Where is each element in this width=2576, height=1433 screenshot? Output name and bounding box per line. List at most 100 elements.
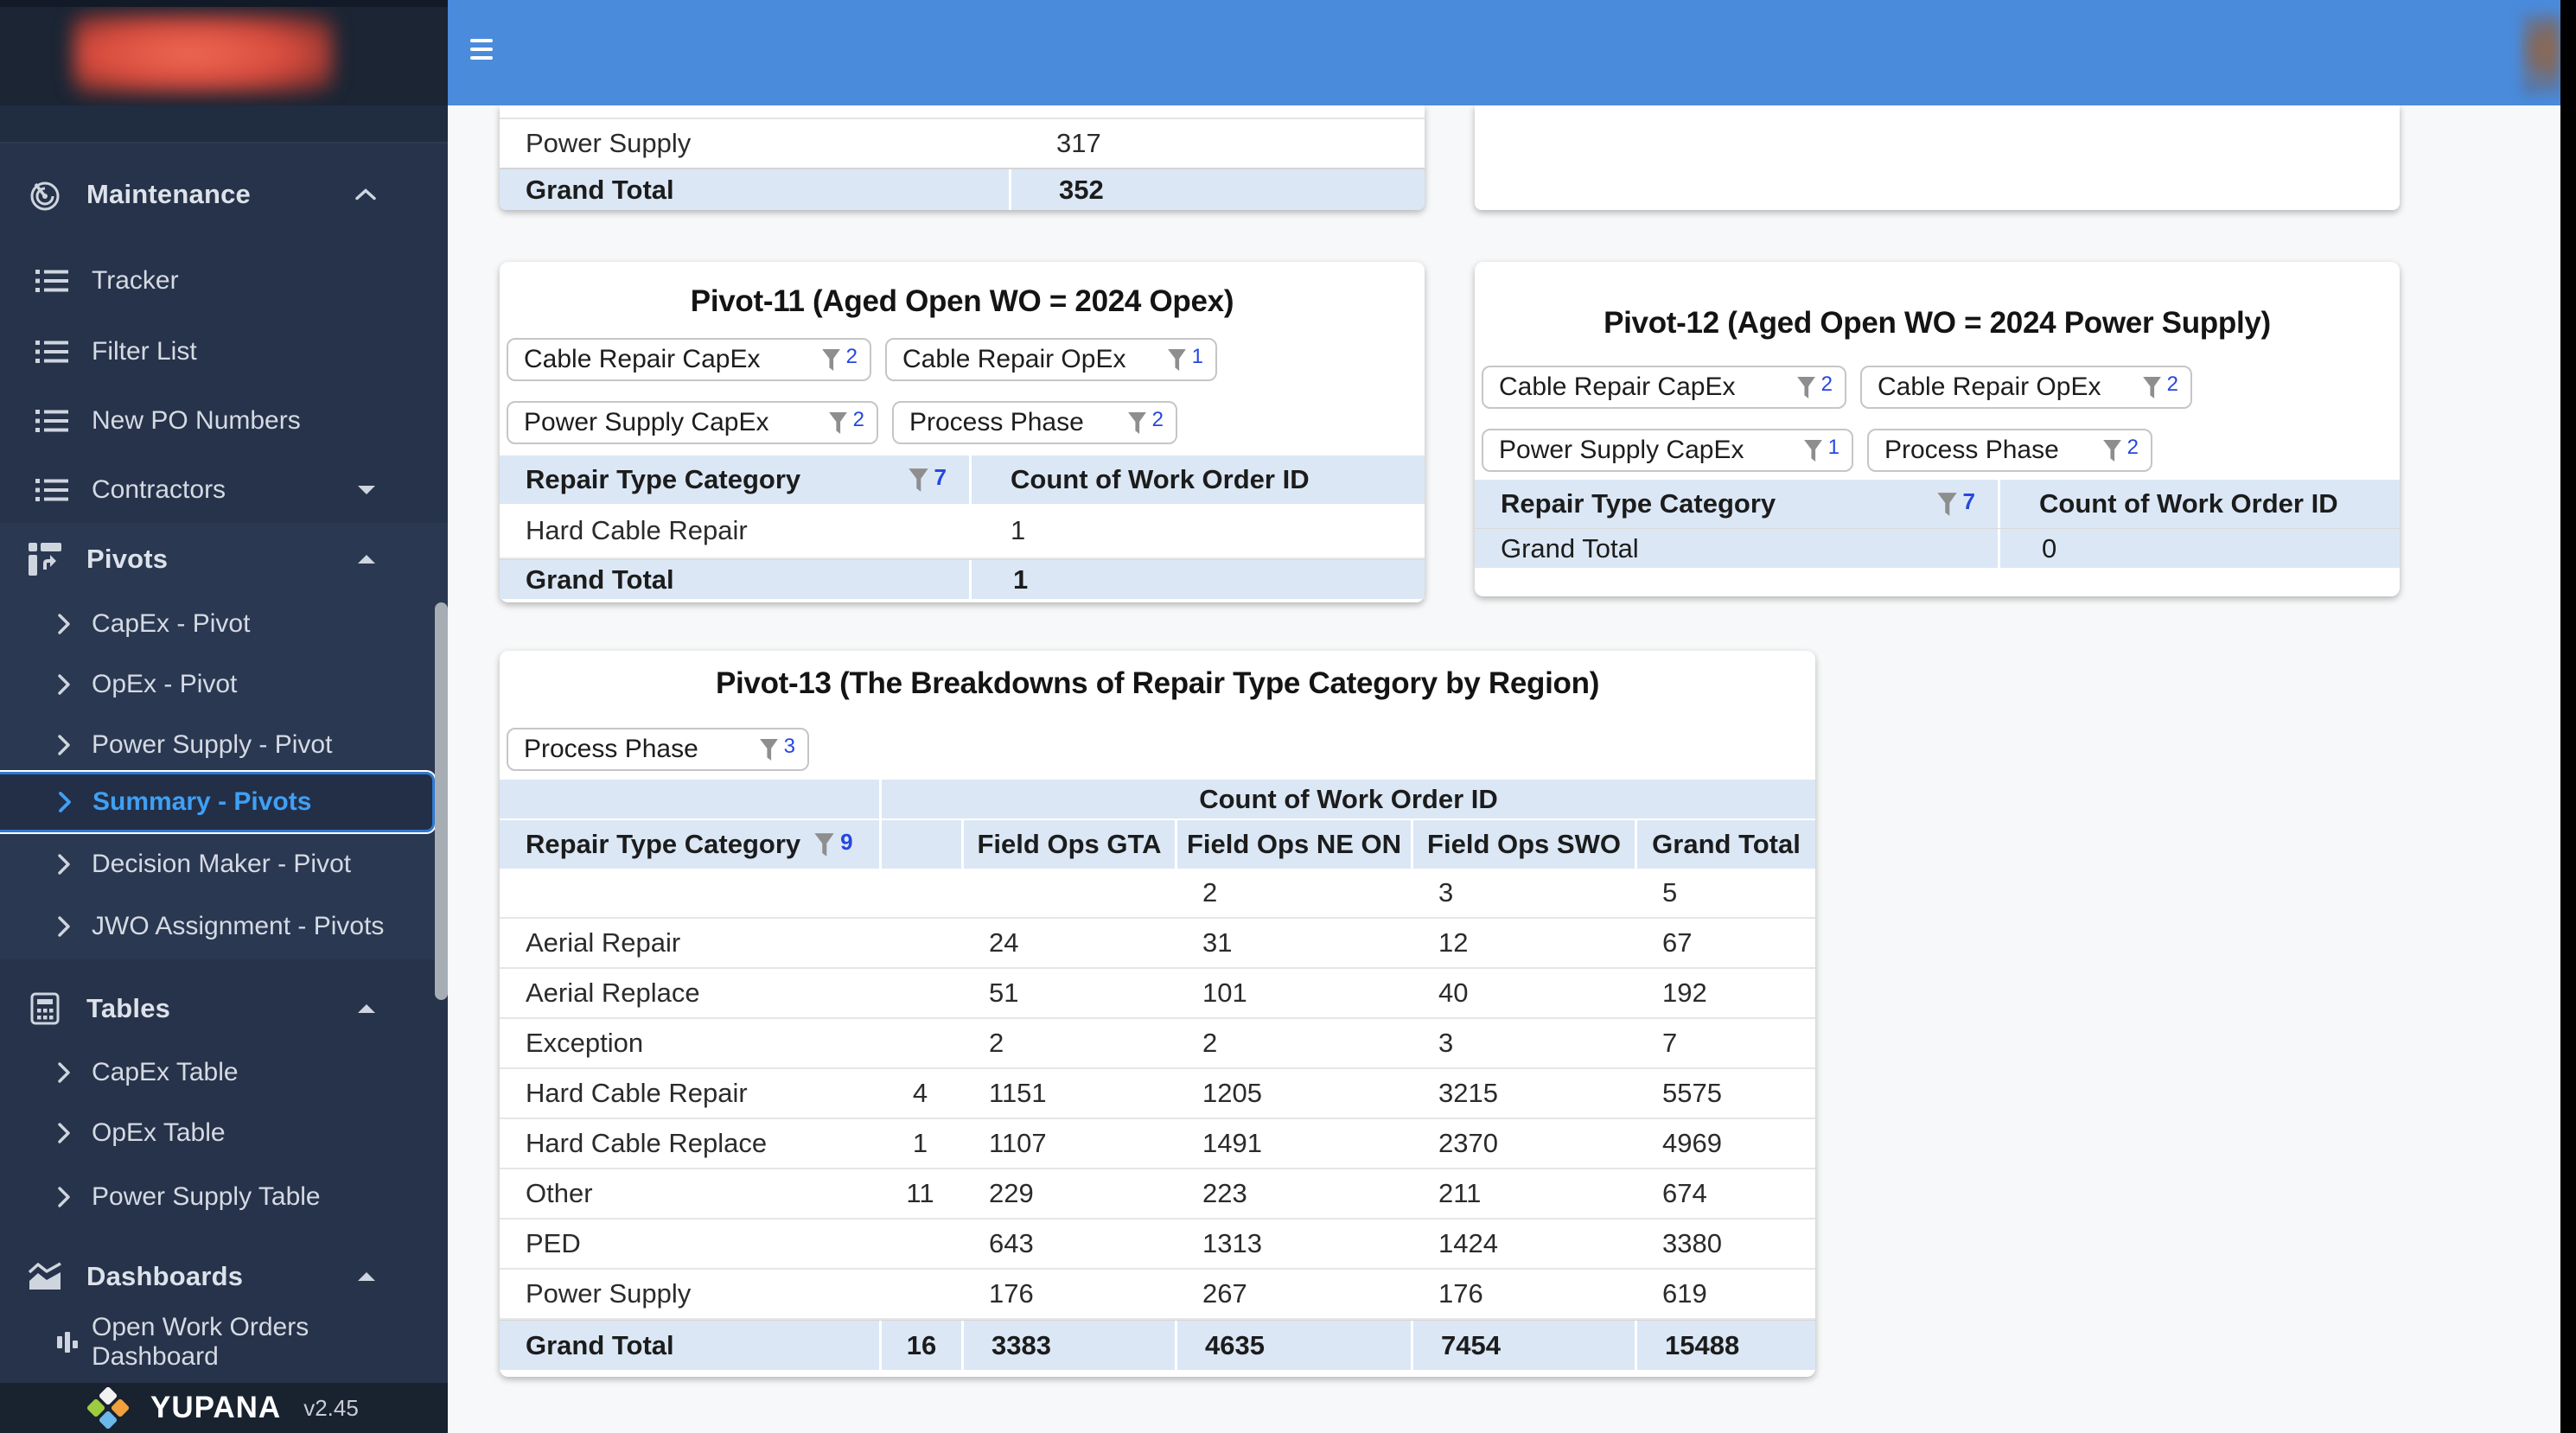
sidebar-group-label: Tables [86,993,171,1023]
filter-chip-cable-repair-capex[interactable]: Cable Repair CapEx 2 [507,338,871,381]
row-header-label: Repair Type Category [526,829,801,859]
sidebar-group-tables[interactable]: Tables [0,978,435,1039]
column-header: Grand Total [1635,820,1815,869]
filter-chip-label: Cable Repair CapEx [1499,373,1736,401]
column-header: Field Ops SWO [1411,820,1635,869]
sidebar-top-strip [0,0,448,7]
sidebar-scrollbar-thumb[interactable] [435,602,448,1000]
app-bar [448,0,2576,105]
pivot12-title: Pivot-12 (Aged Open WO = 2024 Power Supp… [1604,306,2271,340]
triangle-up-icon[interactable] [357,1003,376,1014]
chevron-right-icon [57,614,71,634]
chevron-right-icon [57,854,71,875]
sidebar-group-maintenance[interactable]: Maintenance [0,164,435,225]
table-row: Aerial Replace 51 101 40 192 [500,969,1815,1019]
chevron-right-icon [57,674,71,695]
pivot12-filter-row-1: Cable Repair CapEx 2 Cable Repair OpEx 2 [1482,366,2192,409]
sidebar-item-label: Summary - Pivots [92,787,312,816]
filter-chip-cable-repair-opex[interactable]: Cable Repair OpEx 2 [1860,366,2192,409]
funnel-icon [1936,492,1957,516]
top-right-empty-card [1475,105,2400,210]
table-row: Hard Cable Repair 4 1151 1205 3215 5575 [500,1069,1815,1119]
filter-chip-power-supply-capex[interactable]: Power Supply CapEx 2 [507,401,878,444]
triangle-down-icon[interactable] [357,485,376,495]
track-changes-icon [22,177,67,212]
filter-count-badge: 1 [1827,435,1840,459]
value-header-cell: Count of Work Order ID [879,780,1815,818]
sidebar-item-opex-table[interactable]: OpEx Table [0,1103,435,1163]
sidebar-item-power-supply-table[interactable]: Power Supply Table [0,1167,435,1227]
list-icon [29,269,74,293]
header-filter-button[interactable]: 7 [1935,488,1975,517]
table-row: Exception 2 2 3 7 [500,1019,1815,1069]
sidebar-item-summary-pivots-active[interactable]: Summary - Pivots [0,772,435,832]
chevron-right-icon [57,1123,71,1143]
sidebar-item-label: OpEx - Pivot [92,670,238,698]
hamburger-menu-icon[interactable] [470,39,493,60]
sidebar-item-open-work-orders-dashboard[interactable]: Open Work Orders Dashboard [0,1312,435,1372]
funnel-icon [2102,439,2121,462]
sidebar-group-dashboards[interactable]: Dashboards [0,1246,435,1307]
header-filter-button[interactable]: 9 [813,828,853,857]
filter-chip-cable-repair-opex[interactable]: Cable Repair OpEx 1 [885,338,1217,381]
chevron-right-icon [57,916,71,937]
sidebar-item-new-po-numbers[interactable]: New PO Numbers [0,391,435,451]
value-header-cell: Count of Work Order ID [1998,480,2400,528]
sidebar-group-label: Dashboards [86,1261,244,1291]
bar-chart-icon [45,1331,90,1353]
column-header: Field Ops GTA [961,820,1175,869]
list-icon [29,340,74,364]
sidebar-item-decision-maker-pivot[interactable]: Decision Maker - Pivot [0,834,435,895]
sidebar-item-tracker[interactable]: Tracker [0,251,435,311]
table-row: Power Supply 317 [500,119,1425,168]
filter-chip-label: Cable Repair OpEx [1878,373,2101,401]
pivot13-card: Pivot-13 (The Breakdowns of Repair Type … [500,651,1815,1377]
pivot11-filter-row-1: Cable Repair CapEx 2 Cable Repair OpEx 1 [507,338,1217,381]
header-filter-button[interactable]: 7 [907,464,947,493]
pivot13-filter-row: Process Phase 3 [507,728,809,771]
grand-total-row: Grand Total 1 [500,559,1425,599]
sidebar-item-filter-list[interactable]: Filter List [0,322,435,382]
app-version: v2.45 [303,1394,359,1421]
filter-count-badge: 1 [1191,344,1203,368]
sidebar-item-capex-table[interactable]: CapEx Table [0,1042,435,1103]
sidebar-footer: YUPANA v2.45 [0,1383,448,1433]
brand-name: YUPANA [150,1391,282,1424]
pivot12-card: Pivot-12 (Aged Open WO = 2024 Power Supp… [1475,262,2400,596]
sidebar-item-power-supply-pivot[interactable]: Power Supply - Pivot [0,715,435,775]
filter-chip-process-phase[interactable]: Process Phase 3 [507,728,809,771]
pivot13-title: Pivot-13 (The Breakdowns of Repair Type … [715,666,1600,700]
table-row: 235 [500,869,1815,919]
row-header-label: Repair Type Category [1501,488,1776,519]
sidebar-item-contractors[interactable]: Contractors [0,460,435,520]
sidebar-item-label: New PO Numbers [92,406,301,435]
grand-total-row: Grand Total 16 3383 4635 7454 15488 [500,1320,1815,1370]
sidebar-item-opex-pivot[interactable]: OpEx - Pivot [0,654,435,715]
filter-chip-process-phase[interactable]: Process Phase 2 [892,401,1177,444]
triangle-up-icon[interactable] [357,1271,376,1282]
filter-count-badge: 2 [1820,372,1833,396]
pivot13-span-header-row: Count of Work Order ID [500,780,1815,818]
sidebar-item-label: Tracker [92,266,179,295]
triangle-up-icon[interactable] [357,554,376,564]
sidebar-item-capex-pivot[interactable]: CapEx - Pivot [0,594,435,654]
row-value: 352 [1009,169,1425,210]
sidebar-item-jwo-assignment-pivots[interactable]: JWO Assignment - Pivots [0,896,435,957]
user-avatar[interactable] [2522,14,2561,93]
pivot13-table: Count of Work Order ID Repair Type Categ… [500,780,1815,1370]
filter-chip-power-supply-capex[interactable]: Power Supply CapEx 1 [1482,429,1853,472]
value-header-cell: Count of Work Order ID [969,455,1425,504]
chevron-up-icon[interactable] [355,188,376,201]
filter-count-badge: 9 [840,828,853,855]
sidebar-group-pivots[interactable]: Pivots [0,529,435,589]
filter-chip-label: Cable Repair OpEx [902,345,1126,373]
filter-count-badge: 7 [934,463,947,490]
filter-chip-cable-repair-capex[interactable]: Cable Repair CapEx 2 [1482,366,1846,409]
sidebar-item-label: CapEx - Pivot [92,609,251,638]
list-icon [29,478,74,502]
pivot11-card: Pivot-11 (Aged Open WO = 2024 Opex) Cabl… [500,262,1425,602]
table-row: PED 643 1313 1424 3380 [500,1220,1815,1270]
filter-chip-process-phase[interactable]: Process Phase 2 [1867,429,2152,472]
funnel-icon [828,411,847,434]
table-row: Hard Cable Repair 1 [500,504,1425,559]
